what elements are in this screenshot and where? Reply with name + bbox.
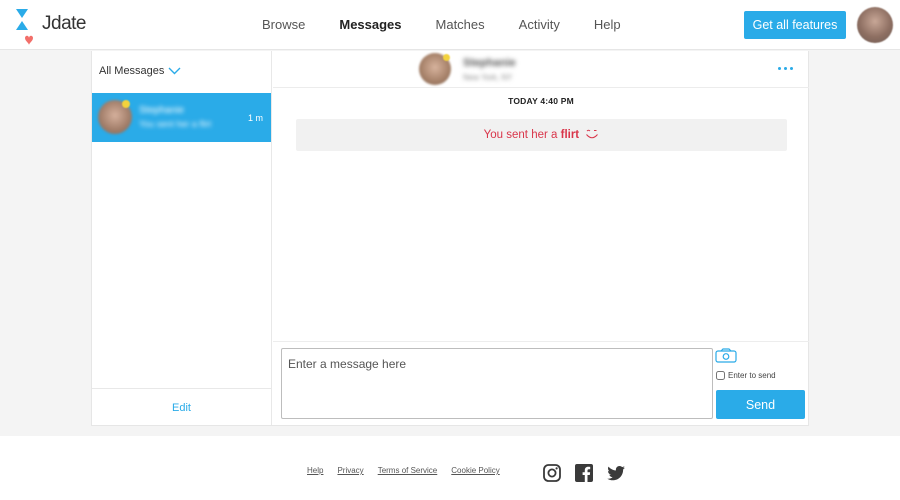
flirt-word: flirt [560,129,580,141]
nav-browse[interactable]: Browse [262,0,305,50]
enter-to-send-toggle[interactable]: Enter to send [716,371,776,380]
nav-help[interactable]: Help [594,0,621,50]
footer-links: Help Privacy Terms of Service Cookie Pol… [307,466,514,475]
jdate-logo[interactable]: Jdate [14,6,86,46]
send-button[interactable]: Send [716,390,805,419]
edit-button[interactable]: Edit [92,389,271,427]
filter-label: All Messages [99,65,165,77]
twitter-icon[interactable] [606,463,626,483]
contact-premium-badge-icon [443,54,450,61]
chat-header: Stephanie New York, NY [273,51,809,88]
contact-location: New York, NY [463,73,513,82]
nav-messages[interactable]: Messages [339,0,401,50]
footer-link-help[interactable]: Help [307,466,323,475]
flirt-message: You sent her a flirt [296,119,787,151]
main-nav: Browse Messages Matches Activity Help [262,0,655,50]
conversation-preview: You sent her a flirt [139,119,212,129]
sidebar-footer: Edit [92,388,271,425]
logo-text: Jdate [42,13,86,34]
get-all-features-button[interactable]: Get all features [744,11,846,39]
enter-to-send-label: Enter to send [728,371,776,380]
camera-icon[interactable] [715,348,737,363]
nav-activity[interactable]: Activity [519,0,560,50]
instagram-icon[interactable] [542,463,562,483]
enter-to-send-checkbox[interactable] [716,371,725,380]
conversation-name: Stephanie [139,105,185,116]
message-filter-dropdown[interactable]: All Messages [99,65,181,77]
nav-matches[interactable]: Matches [436,0,485,50]
message-input[interactable] [281,348,713,419]
conversation-time: 1 m [247,113,263,123]
premium-badge-icon [122,100,130,108]
page-footer: Help Privacy Terms of Service Cookie Pol… [0,436,900,500]
footer-link-privacy[interactable]: Privacy [337,466,363,475]
facebook-icon[interactable] [574,463,594,483]
messages-panel: All Messages Stephanie You sent her a fl… [91,51,809,426]
chat-area: Stephanie New York, NY TODAY 4:40 PM You… [273,51,809,425]
more-options-icon[interactable] [770,61,800,75]
message-timestamp: TODAY 4:40 PM [508,96,574,106]
footer-link-cookie[interactable]: Cookie Policy [451,466,499,475]
user-avatar[interactable] [857,7,893,43]
footer-link-terms[interactable]: Terms of Service [378,466,438,475]
contact-name[interactable]: Stephanie [463,57,516,69]
conversation-sidebar: All Messages Stephanie You sent her a fl… [92,51,272,425]
chevron-down-icon [168,67,181,75]
conversation-item[interactable]: Stephanie You sent her a flirt 1 m [92,93,271,142]
wink-icon [586,129,599,139]
flirt-prefix: You sent her a [483,129,558,141]
top-header: Jdate Browse Messages Matches Activity H… [0,0,900,50]
compose-divider [273,341,809,342]
